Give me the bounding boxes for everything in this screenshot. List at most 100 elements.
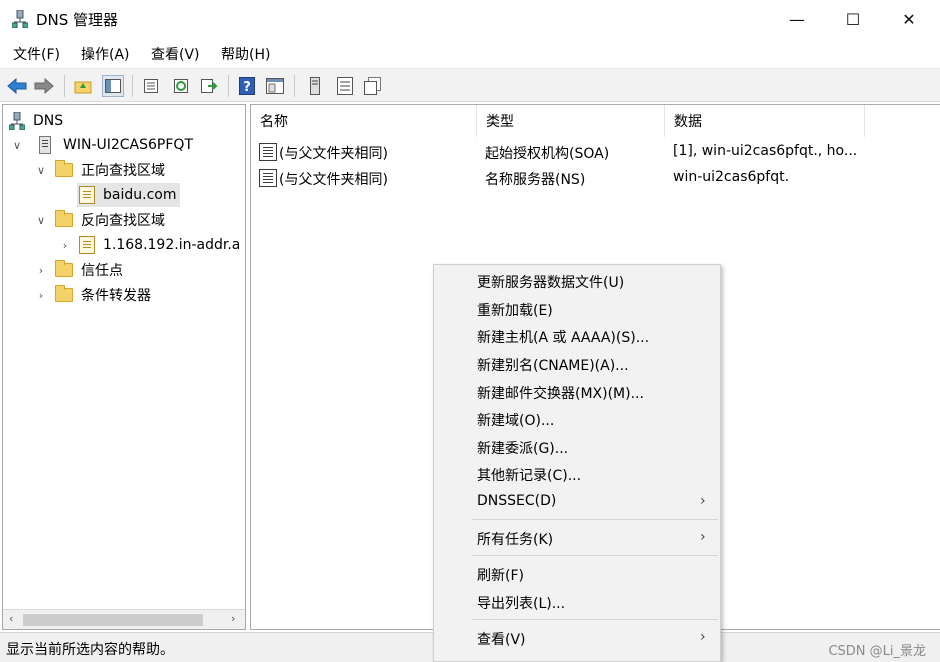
tree-label-reverse-zone: 1.168.192.in-addr.a: [103, 237, 241, 253]
tree-item-reverse-zone[interactable]: › 1.168.192.in-addr.a: [57, 233, 240, 257]
back-icon[interactable]: [6, 75, 28, 97]
window-title: DNS 管理器: [36, 11, 119, 29]
menu-item-new-host[interactable]: 新建主机(A 或 AAAA)(S)...: [434, 322, 720, 350]
tree-label-forward-zones: 正向查找区域: [81, 163, 165, 179]
mmc-pane-icon[interactable]: [264, 75, 286, 97]
refresh-icon[interactable]: [170, 75, 192, 97]
minimize-button[interactable]: —: [774, 0, 820, 38]
chevron-down-icon[interactable]: ∨: [33, 212, 49, 228]
menu-action[interactable]: 操作(A): [81, 44, 130, 64]
menu-item-label: 导出列表(L)...: [477, 596, 566, 612]
menu-item-label: 重新加载(E): [477, 303, 553, 319]
column-header-data[interactable]: 数据: [665, 105, 865, 137]
menu-item-other-new-records[interactable]: 其他新记录(C)...: [434, 460, 720, 488]
menu-item-label: 其他新记录(C)...: [477, 468, 582, 484]
row-type: 起始授权机构(SOA): [485, 146, 610, 162]
row-name: (与父文件夹相同): [279, 146, 388, 162]
menu-item-new-delegation[interactable]: 新建委派(G)...: [434, 433, 720, 461]
column-header-type[interactable]: 类型: [477, 105, 665, 137]
table-row[interactable]: (与父文件夹相同) 起始授权机构(SOA) [1], win-ui2cas6pf…: [251, 139, 939, 165]
scroll-left-icon[interactable]: ‹: [9, 612, 13, 625]
menu-file[interactable]: 文件(F): [13, 44, 60, 64]
menu-item-label: 新建域(O)...: [477, 413, 555, 429]
folder-icon: [55, 160, 73, 177]
tree-item-reverse-zones[interactable]: ∨ 反向查找区域: [33, 208, 165, 232]
record-icon: [259, 143, 277, 161]
row-data: [1], win-ui2cas6pfqt., ho...: [673, 143, 858, 159]
menu-item-refresh[interactable]: 刷新(F): [434, 560, 720, 588]
record-icon: [259, 169, 277, 187]
horizontal-scrollbar[interactable]: ‹ ›: [3, 609, 245, 629]
export-list-icon[interactable]: [198, 75, 220, 97]
menu-item-label: 更新服务器数据文件(U): [477, 275, 625, 291]
menu-item-label: 新建委派(G)...: [477, 441, 569, 457]
folder-icon: [55, 285, 73, 302]
tree-item-conditional-forwarders[interactable]: › 条件转发器: [33, 283, 151, 307]
menu-item-label: 新建邮件交换器(MX)(M)...: [477, 386, 644, 402]
chevron-down-icon[interactable]: ∨: [9, 137, 25, 153]
folder-icon: [55, 210, 73, 227]
menu-item-new-alias[interactable]: 新建别名(CNAME)(A)...: [434, 350, 720, 378]
column-header-name[interactable]: 名称: [251, 105, 477, 137]
menu-separator: [472, 619, 718, 620]
menu-item-new-domain[interactable]: 新建域(O)...: [434, 405, 720, 433]
help-icon[interactable]: ?: [236, 75, 258, 97]
toolbar: ?: [0, 68, 940, 102]
menu-bar: 文件(F) 操作(A) 查看(V) 帮助(H): [0, 38, 940, 68]
copy-icon[interactable]: [362, 75, 384, 97]
submenu-arrow-icon: ›: [700, 529, 706, 545]
forward-icon[interactable]: [33, 75, 55, 97]
menu-help[interactable]: 帮助(H): [221, 44, 270, 64]
menu-view[interactable]: 查看(V): [151, 44, 200, 64]
tree-item-dns-root[interactable]: DNS: [9, 109, 63, 133]
show-hide-tree-icon[interactable]: [102, 75, 124, 97]
table-row[interactable]: (与父文件夹相同) 名称服务器(NS) win-ui2cas6pfqt.: [251, 165, 939, 191]
zone-file-icon: [79, 236, 95, 254]
menu-item-reload[interactable]: 重新加载(E): [434, 295, 720, 323]
tree-pane: DNS ∨ WIN-UI2CAS6PFQT ∨ 正向查找区域 baidu.com…: [2, 104, 246, 630]
menu-item-label: 所有任务(K): [477, 532, 554, 548]
tree-label-conditional-forwarders: 条件转发器: [81, 288, 151, 304]
server-icon[interactable]: [304, 75, 326, 97]
scrollbar-thumb[interactable]: [23, 614, 203, 626]
menu-separator: [472, 555, 718, 556]
chevron-down-icon[interactable]: ∨: [33, 162, 49, 178]
chevron-right-icon[interactable]: ›: [33, 262, 49, 278]
tree-item-trust-points[interactable]: › 信任点: [33, 258, 123, 282]
watermark: CSDN @Li_景龙: [828, 644, 926, 659]
menu-item-label: 查看(V): [477, 632, 526, 648]
server-icon: [39, 136, 51, 154]
properties-icon[interactable]: [140, 75, 162, 97]
menu-item-update-server-data-file[interactable]: 更新服务器数据文件(U): [434, 267, 720, 295]
row-name: (与父文件夹相同): [279, 172, 388, 188]
tree-item-forward-zones[interactable]: ∨ 正向查找区域: [33, 158, 165, 182]
dns-root-icon: [9, 112, 25, 130]
row-type: 名称服务器(NS): [485, 172, 586, 188]
menu-item-view[interactable]: 查看(V) ›: [434, 624, 720, 652]
tree-label-dns: DNS: [33, 113, 64, 129]
zone-file-icon: [79, 186, 95, 204]
folder-icon: [55, 260, 73, 277]
context-menu: 更新服务器数据文件(U) 重新加载(E) 新建主机(A 或 AAAA)(S)..…: [433, 264, 721, 662]
svg-text:?: ?: [243, 80, 251, 95]
tree-label-trust-points: 信任点: [81, 263, 123, 279]
chevron-right-icon[interactable]: ›: [33, 287, 49, 303]
tree-item-server[interactable]: ∨ WIN-UI2CAS6PFQT: [9, 133, 193, 157]
submenu-arrow-icon: ›: [700, 493, 706, 509]
close-button[interactable]: ✕: [886, 0, 932, 38]
list-icon[interactable]: [334, 75, 356, 97]
title-bar: DNS 管理器 — ☐ ✕: [0, 0, 940, 38]
menu-item-all-tasks[interactable]: 所有任务(K) ›: [434, 524, 720, 552]
tree-item-baidu-com[interactable]: baidu.com: [77, 183, 181, 207]
menu-item-label: 新建主机(A 或 AAAA)(S)...: [477, 330, 650, 346]
tree-label-reverse-zones: 反向查找区域: [81, 213, 165, 229]
menu-item-new-mail-exchanger[interactable]: 新建邮件交换器(MX)(M)...: [434, 378, 720, 406]
menu-item-export-list[interactable]: 导出列表(L)...: [434, 588, 720, 616]
menu-item-dnssec[interactable]: DNSSEC(D) ›: [434, 488, 720, 516]
chevron-right-icon[interactable]: ›: [57, 237, 73, 253]
status-text: 显示当前所选内容的帮助。: [6, 642, 174, 658]
scroll-right-icon[interactable]: ›: [231, 612, 235, 625]
up-folder-icon[interactable]: [72, 75, 94, 97]
menu-separator: [472, 519, 718, 520]
maximize-button[interactable]: ☐: [830, 0, 876, 38]
